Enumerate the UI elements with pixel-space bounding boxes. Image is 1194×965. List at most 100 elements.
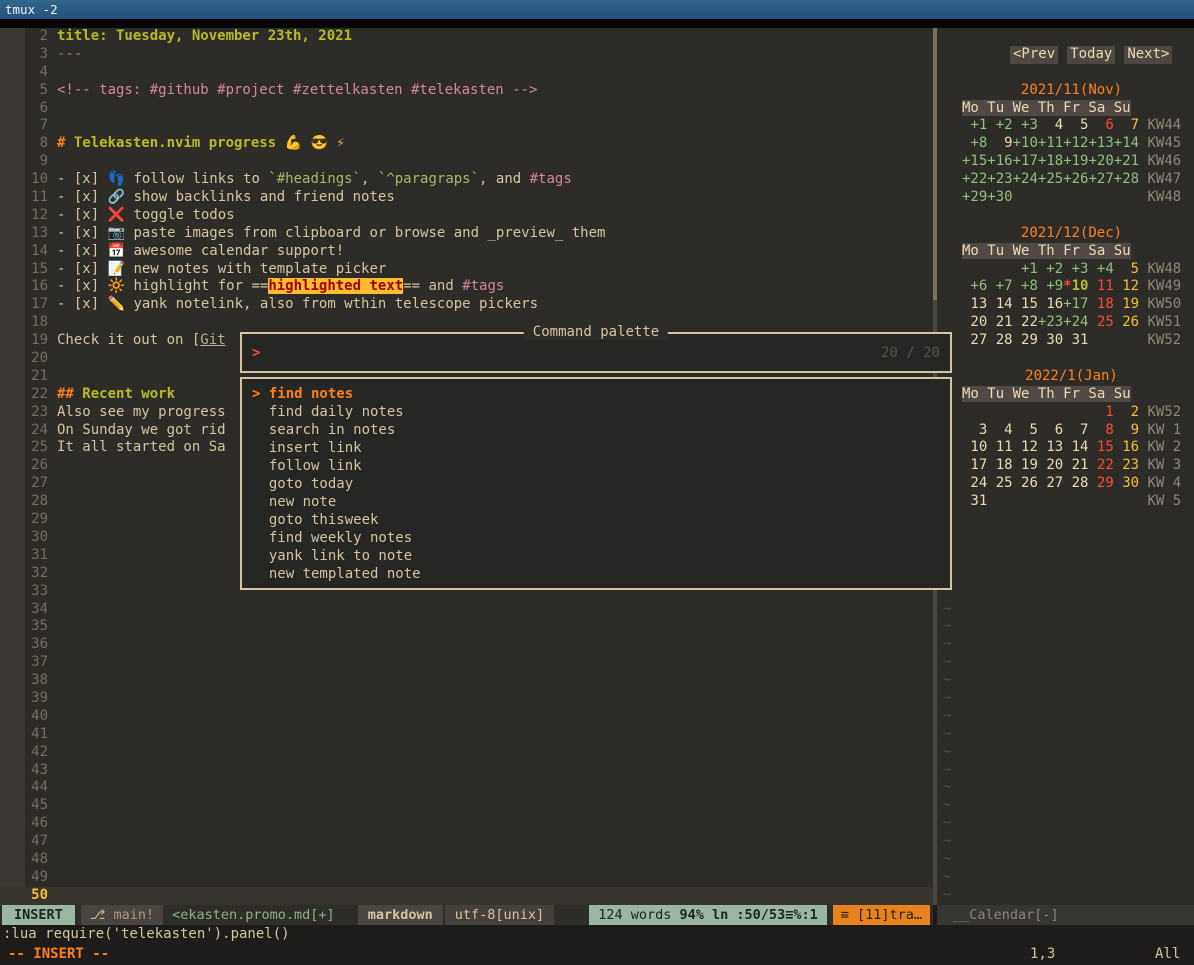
- calendar-today-button[interactable]: Today: [1067, 46, 1115, 64]
- calendar-day[interactable]: 27: [962, 332, 987, 348]
- calendar-day[interactable]: 9: [1114, 422, 1139, 438]
- palette-item[interactable]: goto thisweek: [242, 511, 950, 529]
- palette-item[interactable]: > find notes: [242, 385, 950, 403]
- palette-prompt-box[interactable]: Command palette > 20 / 20: [240, 332, 952, 373]
- calendar-day[interactable]: +4: [1088, 261, 1113, 277]
- calendar-day[interactable]: +27: [1088, 171, 1113, 187]
- calendar-day[interactable]: +1: [1013, 261, 1038, 277]
- calendar-day[interactable]: 21: [987, 314, 1012, 330]
- palette-item[interactable]: follow link: [242, 457, 950, 475]
- palette-item[interactable]: new note: [242, 493, 950, 511]
- calendar-day[interactable]: 20: [1038, 457, 1063, 473]
- calendar-day[interactable]: 8: [1088, 422, 1113, 438]
- calendar-day[interactable]: +29: [962, 189, 987, 205]
- calendar-day[interactable]: 30: [1038, 332, 1063, 348]
- calendar-day[interactable]: +8: [962, 135, 987, 151]
- calendar-day[interactable]: 1: [1088, 404, 1113, 420]
- calendar-day[interactable]: 7: [1114, 117, 1139, 133]
- calendar-day[interactable]: 10: [1072, 278, 1089, 294]
- palette-item[interactable]: new templated note: [242, 565, 950, 583]
- calendar-day[interactable]: 17: [962, 457, 987, 473]
- calendar-day[interactable]: 10: [962, 439, 987, 455]
- calendar-day[interactable]: 7: [1063, 422, 1088, 438]
- calendar-day[interactable]: +23: [1038, 314, 1063, 330]
- calendar-day[interactable]: 26: [1013, 475, 1038, 491]
- calendar-day[interactable]: 15: [1088, 439, 1113, 455]
- calendar-day[interactable]: +20: [1088, 153, 1113, 169]
- calendar-day[interactable]: 18: [987, 457, 1012, 473]
- calendar-day[interactable]: 25: [1088, 314, 1113, 330]
- calendar-day[interactable]: 22: [1088, 457, 1113, 473]
- palette-item[interactable]: yank link to note: [242, 547, 950, 565]
- calendar-next-button[interactable]: Next>: [1124, 46, 1172, 64]
- calendar-day[interactable]: 15: [1013, 296, 1038, 312]
- calendar-day[interactable]: 16: [1114, 439, 1139, 455]
- calendar-day[interactable]: +16: [987, 153, 1012, 169]
- calendar-day[interactable]: +23: [987, 171, 1012, 187]
- calendar-day[interactable]: 9: [987, 135, 1012, 151]
- calendar-day[interactable]: 19: [1013, 457, 1038, 473]
- calendar-day[interactable]: 31: [1063, 332, 1088, 348]
- calendar-day[interactable]: +7: [987, 278, 1012, 294]
- calendar-day[interactable]: +3: [1063, 261, 1088, 277]
- calendar-day[interactable]: 6: [1038, 422, 1063, 438]
- palette-item[interactable]: search in notes: [242, 421, 950, 439]
- command-line[interactable]: :lua require('telekasten').panel(): [0, 925, 1194, 944]
- calendar-day[interactable]: 5: [1013, 422, 1038, 438]
- calendar-day[interactable]: +12: [1063, 135, 1088, 151]
- calendar-day[interactable]: +2: [987, 117, 1012, 133]
- calendar-day[interactable]: 5: [1063, 117, 1088, 133]
- calendar-day[interactable]: 31: [962, 493, 987, 509]
- calendar-day[interactable]: +17: [1063, 296, 1088, 312]
- calendar-day[interactable]: 11: [1088, 278, 1113, 294]
- calendar-day[interactable]: +18: [1038, 153, 1063, 169]
- calendar-day[interactable]: 12: [1013, 439, 1038, 455]
- calendar-day[interactable]: 13: [962, 296, 987, 312]
- calendar-day[interactable]: 11: [987, 439, 1012, 455]
- calendar-day[interactable]: +26: [1063, 171, 1088, 187]
- calendar-day[interactable]: 5: [1114, 261, 1139, 277]
- calendar-day[interactable]: 6: [1088, 117, 1113, 133]
- calendar-day[interactable]: 20: [962, 314, 987, 330]
- calendar-day[interactable]: 25: [987, 475, 1012, 491]
- calendar-day[interactable]: +15: [962, 153, 987, 169]
- calendar-day[interactable]: 22: [1013, 314, 1038, 330]
- calendar-day[interactable]: 16: [1038, 296, 1063, 312]
- calendar-day[interactable]: 2: [1114, 404, 1139, 420]
- calendar-day[interactable]: 4: [987, 422, 1012, 438]
- note-link[interactable]: Git: [200, 332, 225, 348]
- calendar-day[interactable]: 18: [1088, 296, 1113, 312]
- calendar-day[interactable]: 28: [987, 332, 1012, 348]
- calendar-day[interactable]: +19: [1063, 153, 1088, 169]
- calendar-day[interactable]: +21: [1114, 153, 1139, 169]
- calendar-day[interactable]: +3: [1013, 117, 1038, 133]
- calendar-day[interactable]: 28: [1063, 475, 1088, 491]
- calendar-day[interactable]: +1: [962, 117, 987, 133]
- calendar-prev-button[interactable]: <Prev: [1010, 46, 1058, 64]
- calendar-day[interactable]: 26: [1114, 314, 1139, 330]
- palette-item[interactable]: insert link: [242, 439, 950, 457]
- calendar-day[interactable]: 23: [1114, 457, 1139, 473]
- calendar-day[interactable]: +22: [962, 171, 987, 187]
- calendar-day[interactable]: +6: [962, 278, 987, 294]
- calendar-day[interactable]: 24: [962, 475, 987, 491]
- palette-item[interactable]: find daily notes: [242, 403, 950, 421]
- calendar-day[interactable]: +17: [1013, 153, 1038, 169]
- calendar-day[interactable]: +8: [1013, 278, 1038, 294]
- calendar-day[interactable]: 30: [1114, 475, 1139, 491]
- calendar-day[interactable]: +24: [1063, 314, 1088, 330]
- calendar-day[interactable]: 29: [1013, 332, 1038, 348]
- palette-item[interactable]: find weekly notes: [242, 529, 950, 547]
- calendar-day[interactable]: 21: [1063, 457, 1088, 473]
- calendar-day[interactable]: +30: [987, 189, 1012, 205]
- calendar-day[interactable]: 13: [1038, 439, 1063, 455]
- calendar-day[interactable]: +25: [1038, 171, 1063, 187]
- calendar-day[interactable]: +11: [1038, 135, 1063, 151]
- calendar-day[interactable]: 3: [962, 422, 987, 438]
- calendar-day[interactable]: +13: [1088, 135, 1113, 151]
- calendar-day[interactable]: 4: [1038, 117, 1063, 133]
- calendar-day[interactable]: 14: [987, 296, 1012, 312]
- calendar-day[interactable]: +9: [1038, 278, 1063, 294]
- calendar-day[interactable]: +10: [1013, 135, 1038, 151]
- calendar-day[interactable]: 29: [1088, 475, 1113, 491]
